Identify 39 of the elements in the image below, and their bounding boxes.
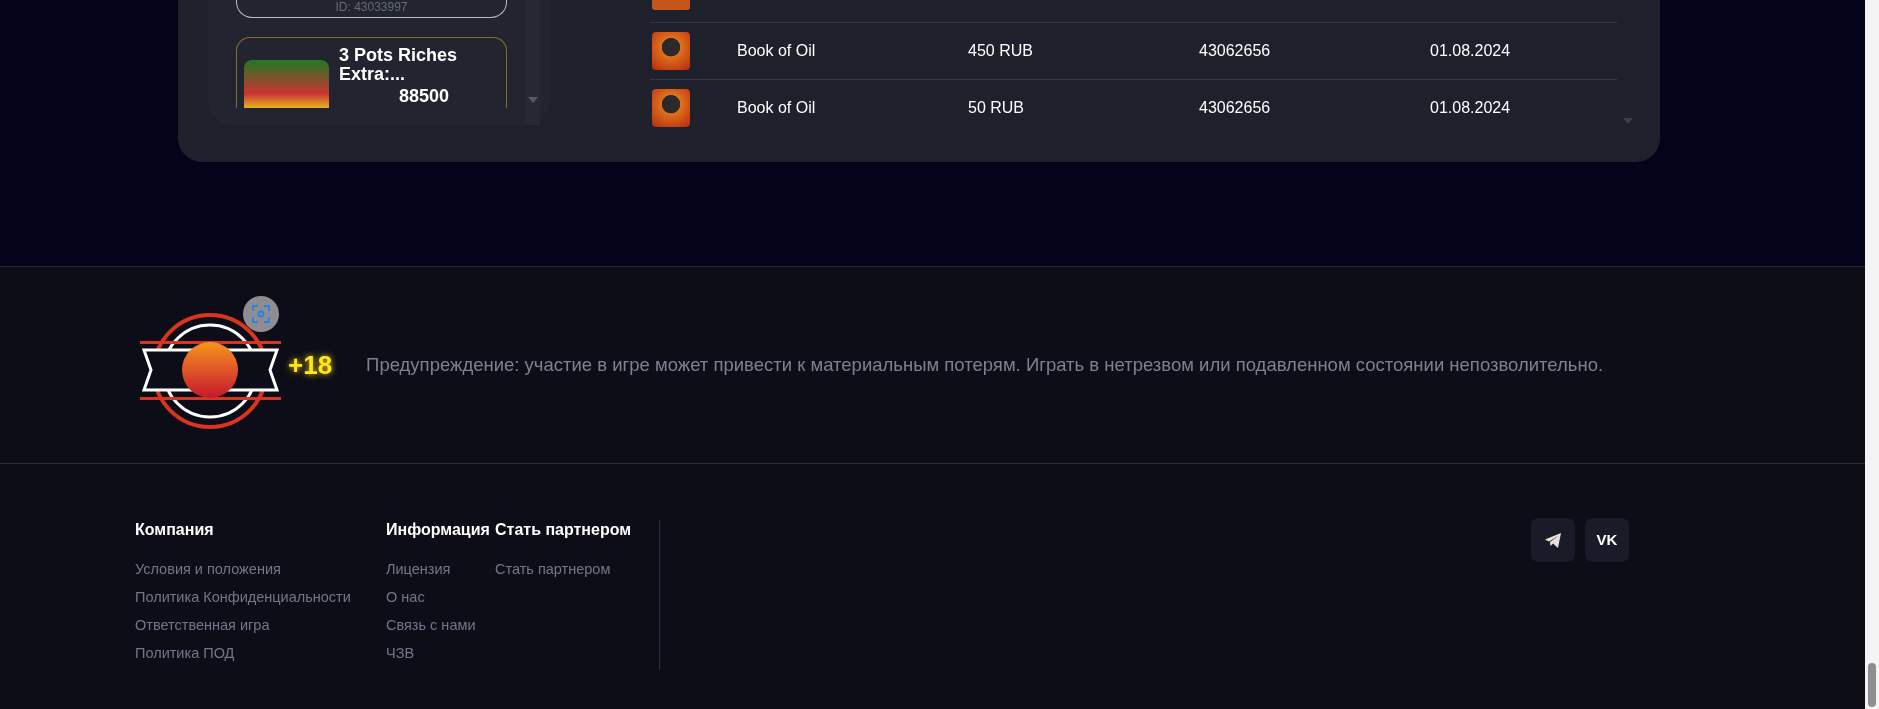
game-thumbnail [652,0,690,10]
game-card[interactable]: 3 Pots Riches Extra:... 88500 [236,37,507,108]
footer-link[interactable]: О нас [386,587,495,607]
vk-button[interactable]: VK [1585,518,1629,562]
game-name-cell-text: Book of Oil [737,41,817,61]
win-amount: 88500 [399,87,451,105]
footer-heading: Информация [386,520,491,539]
game-title: 3 Pots Riches Extra:... [339,46,459,84]
telegram-button[interactable] [1531,518,1575,562]
player-id-card[interactable]: ID: 43033997 [236,0,507,18]
footer-heading: Стать партнером [495,520,632,539]
footer-link[interactable]: Политика Конфиденциальности [135,587,386,607]
footer-link[interactable]: Стать партнером [495,559,632,579]
scroll-down-icon[interactable] [528,97,538,103]
scrollbar-thumb[interactable] [1868,663,1876,707]
game-thumbnail [652,32,690,70]
date-cell-text: 01.08.2024 [1430,41,1512,61]
scrollbar-track[interactable] [525,0,540,125]
footer-link[interactable]: Лицензия [386,559,495,579]
amount-cell-text: 50 RUB [968,98,1026,118]
date-cell-text: 01.08.2024 [1430,98,1512,118]
footer-link[interactable]: ЧЗВ [386,643,495,663]
lens-icon[interactable] [243,296,279,332]
footer-link[interactable]: Условия и положения [135,559,386,579]
game-name-cell-text: Book of Oil [737,98,817,118]
game-thumbnail [652,89,690,127]
amount-cell-text: 450 RUB [968,41,1034,61]
scroll-down-icon[interactable] [1623,118,1633,124]
footer-heading: Компания [135,520,215,539]
warning-text: Предупреждение: участие в игре может привести к материальным потерям. Играть в нетрезвом или подавленном состоянии непозволительно. [366,353,1604,378]
scrollbar[interactable] [1865,0,1879,709]
license-badge-icon [140,312,281,430]
footer-link[interactable]: Связь с нами [386,615,495,635]
paper-plane-icon [1544,532,1562,548]
footer-link[interactable]: Ответственная игра [135,615,386,635]
age-restriction-label: +18 [288,348,333,382]
player-id-cell-text: 43062656 [1199,98,1272,118]
player-id-cell-text: 43062656 [1199,41,1272,61]
footer-link[interactable]: Политика ПОД [135,643,386,663]
